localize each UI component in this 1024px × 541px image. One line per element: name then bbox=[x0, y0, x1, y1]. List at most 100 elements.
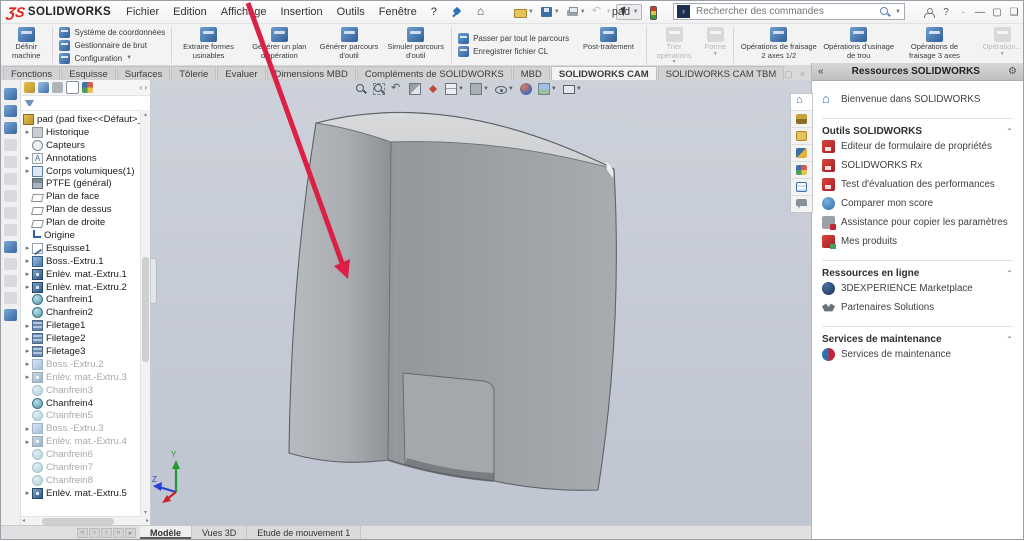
window-icon[interactable]: ▫ bbox=[758, 69, 761, 80]
cam-toolbar-icon[interactable] bbox=[4, 122, 17, 134]
zoom-to-area-button[interactable] bbox=[373, 83, 385, 95]
configurationmanager-tab-icon[interactable] bbox=[52, 82, 63, 93]
cam-toolbar-icon[interactable] bbox=[4, 105, 17, 117]
flyout-icon[interactable]: ▼ bbox=[1000, 52, 1005, 56]
graphics-viewport[interactable]: ▼▼▼▼▼ bbox=[151, 80, 813, 528]
tree-item-chanfrein7[interactable]: Chanfrein7 bbox=[23, 461, 150, 474]
ribbon-button-passer-par-tout-le-parcours[interactable]: Passer par tout le parcours bbox=[458, 33, 569, 44]
user-icon[interactable] bbox=[924, 8, 934, 17]
edit-appearance-button[interactable] bbox=[520, 83, 532, 95]
tree-item-esquisse1[interactable]: ▸Esquisse1 bbox=[23, 242, 150, 255]
expand-icon[interactable]: ▸ bbox=[23, 270, 32, 278]
expand-icon[interactable]: ▸ bbox=[23, 167, 32, 175]
expand-icon[interactable]: ▸ bbox=[23, 244, 32, 252]
search-input[interactable] bbox=[694, 5, 875, 18]
cam-toolbar-icon[interactable] bbox=[4, 139, 17, 151]
cam-toolbar-icon[interactable] bbox=[4, 275, 17, 287]
save-button[interactable]: ▼ bbox=[538, 5, 562, 19]
minimize-icon[interactable]: — bbox=[768, 69, 777, 80]
tree-item-filetage3[interactable]: ▸Filetage3 bbox=[23, 345, 150, 358]
link-test-d-valuation-des-performances[interactable]: Test d'évaluation des performances bbox=[822, 175, 1013, 194]
scroll-left-icon[interactable]: ◂ bbox=[22, 517, 25, 524]
menu-fichier[interactable]: Fichier bbox=[119, 6, 166, 18]
minimize-icon[interactable]: — bbox=[975, 7, 985, 18]
previous-button[interactable]: ‹ bbox=[89, 528, 100, 538]
dropdown-icon[interactable]: ▼ bbox=[528, 9, 534, 15]
command-search[interactable]: › ▼ bbox=[673, 3, 905, 20]
cam-toolbar-icon[interactable] bbox=[4, 173, 17, 185]
scroll-right-icon[interactable]: ▸ bbox=[146, 517, 149, 524]
menu-more-icon[interactable]: · bbox=[958, 7, 968, 18]
ribbon-button-gestionnaire-de-brut[interactable]: Gestionnaire de brut bbox=[59, 40, 165, 51]
ribbon-button-post-traitement[interactable]: Post-traitement bbox=[573, 25, 644, 65]
cam-toolbar-icon[interactable] bbox=[4, 241, 17, 253]
expand-icon[interactable]: ▸ bbox=[23, 373, 32, 381]
tree-item-ptfe-g-n-ral[interactable]: PTFE (général) bbox=[23, 177, 150, 190]
view-settings-button[interactable]: ▼ bbox=[563, 84, 582, 94]
tree-item-chanfrein8[interactable]: Chanfrein8 bbox=[23, 474, 150, 487]
tree-item-boss-extru-2[interactable]: ▸Boss.-Extru.2 bbox=[23, 358, 150, 371]
tree-item-origine[interactable]: Origine bbox=[23, 229, 150, 242]
ribbon-button-extraire-formes-usinables[interactable]: Extraire formes usinables bbox=[174, 25, 243, 65]
new-document-button[interactable] bbox=[493, 5, 510, 19]
cam-toolbar-icon[interactable] bbox=[4, 224, 17, 236]
task-pane-tab-appearances-scenes[interactable] bbox=[791, 162, 812, 179]
part-3d-view[interactable]: Y Z bbox=[151, 80, 813, 528]
task-pane-tab-solidworks-forum[interactable] bbox=[791, 196, 812, 212]
cam-toolbar-icon[interactable] bbox=[4, 207, 17, 219]
displaymanager-tab-icon[interactable] bbox=[82, 82, 93, 93]
tree-root-item[interactable]: pad (pad fixe<<Défaut>_E bbox=[23, 113, 150, 126]
tree-item-plan-de-droite[interactable]: Plan de droite bbox=[23, 216, 150, 229]
expand-icon[interactable]: ▸ bbox=[23, 128, 32, 136]
manager-tab-scroll-icons[interactable]: ‹ › bbox=[139, 83, 147, 92]
tree-item-enl-v-mat-extru-3[interactable]: ▸Enlèv. mat.-Extru.3 bbox=[23, 371, 150, 384]
scrollbar-thumb[interactable] bbox=[142, 257, 149, 363]
task-pane-tab-file-explorer[interactable] bbox=[791, 128, 812, 145]
expand-icon[interactable]: ▸ bbox=[23, 438, 32, 446]
view-orientation-button[interactable]: ▼ bbox=[445, 83, 464, 95]
expand-icon[interactable]: ▸ bbox=[23, 322, 32, 330]
cam-toolbar-icon[interactable] bbox=[4, 258, 17, 270]
close-icon[interactable]: × bbox=[800, 69, 805, 80]
tree-item-enl-v-mat-extru-4[interactable]: ▸Enlèv. mat.-Extru.4 bbox=[23, 435, 150, 448]
expand-icon[interactable]: ▸ bbox=[23, 154, 32, 162]
ribbon-button-syst-me-de-coordonn-es[interactable]: Système de coordonnées bbox=[59, 27, 165, 38]
link-comparer-mon-score[interactable]: Comparer mon score bbox=[822, 194, 1013, 213]
zoom-to-fit-button[interactable] bbox=[355, 83, 367, 95]
pin-menu-icon[interactable] bbox=[452, 7, 462, 17]
cam-toolbar-icon[interactable] bbox=[4, 292, 17, 304]
ribbon-button-simuler-parcours-d-outil[interactable]: Simuler parcours d'outil bbox=[382, 25, 449, 65]
last-button[interactable]: » bbox=[113, 528, 124, 538]
maximize-icon[interactable]: ▢ bbox=[992, 7, 1002, 18]
link-bienvenue-dans-solidworks[interactable]: Bienvenue dans SOLIDWORKS bbox=[822, 90, 1013, 109]
ribbon-button-g-n-rer-un-plan-d-op-ration[interactable]: Générer un plan d'opération bbox=[243, 25, 316, 65]
first-button[interactable]: « bbox=[77, 528, 88, 538]
expand-icon[interactable]: ▸ bbox=[23, 347, 32, 355]
model-tab-etude-de-mouvement-1[interactable]: Etude de mouvement 1 bbox=[247, 526, 361, 539]
menu-fen-tre[interactable]: Fenêtre bbox=[372, 6, 424, 18]
ribbon-button-configuration[interactable]: Configuration▼ bbox=[59, 53, 165, 64]
link-assistance-pour-copier-les-param-tres[interactable]: Assistance pour copier les paramètres bbox=[822, 213, 1013, 232]
tree-item-enl-v-mat-extru-2[interactable]: ▸Enlèv. mat.-Extru.2 bbox=[23, 281, 150, 294]
tree-item-filetage2[interactable]: ▸Filetage2 bbox=[23, 332, 150, 345]
ribbon-button-g-n-rer-parcours-d-outil[interactable]: Générer parcours d'outil bbox=[316, 25, 383, 65]
next-button[interactable]: › bbox=[101, 528, 112, 538]
tree-filter[interactable] bbox=[21, 96, 150, 111]
task-pane-tab-solidworks-resources[interactable] bbox=[791, 94, 812, 111]
tree-item-boss-extru-1[interactable]: ▸Boss.-Extru.1 bbox=[23, 255, 150, 268]
menu-insertion[interactable]: Insertion bbox=[273, 6, 329, 18]
propertymanager-tab-icon[interactable] bbox=[38, 82, 49, 93]
tree-item-enl-v-mat-extru-1[interactable]: ▸Enlèv. mat.-Extru.1 bbox=[23, 268, 150, 281]
cam-toolbar-icon[interactable] bbox=[4, 156, 17, 168]
link-partenaires-solutions[interactable]: Partenaires Solutions bbox=[822, 298, 1013, 317]
tree-item-chanfrein5[interactable]: Chanfrein5 bbox=[23, 409, 150, 422]
menu-outils[interactable]: Outils bbox=[330, 6, 372, 18]
menu-edition[interactable]: Edition bbox=[166, 6, 214, 18]
expand-icon[interactable]: ▸ bbox=[23, 257, 32, 265]
tree-item-chanfrein4[interactable]: Chanfrein4 bbox=[23, 397, 150, 410]
dropdown-icon[interactable]: ▼ bbox=[576, 86, 582, 92]
tree-item-annotations[interactable]: ▸Annotations bbox=[23, 152, 150, 165]
tree-item-plan-de-face[interactable]: Plan de face bbox=[23, 190, 150, 203]
help-icon[interactable]: ? bbox=[941, 7, 951, 18]
link-3dexperience-marketplace[interactable]: 3DEXPERIENCE Marketplace bbox=[822, 279, 1013, 298]
